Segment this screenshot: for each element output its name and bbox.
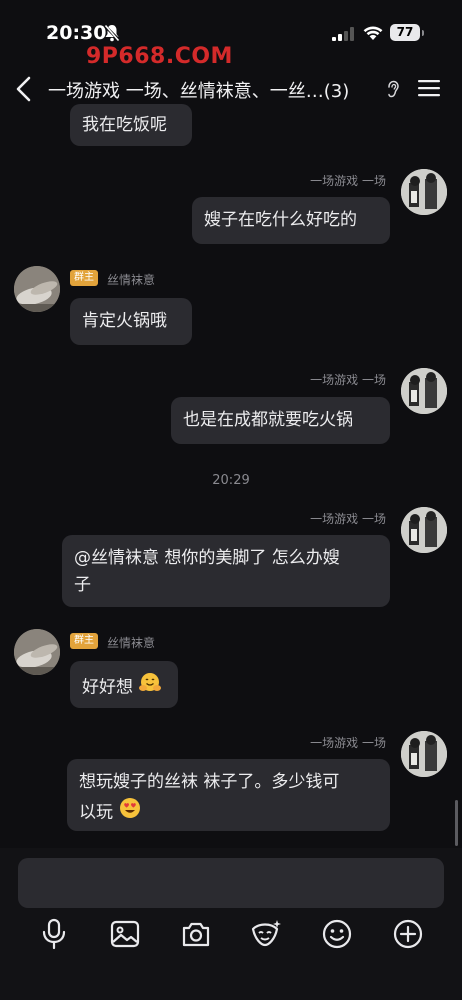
avatar[interactable] xyxy=(401,169,447,215)
hugging-face-emoji-icon xyxy=(138,671,162,704)
avatar[interactable] xyxy=(401,368,447,414)
message-bubble[interactable]: 也是在成都就要吃火锅 xyxy=(171,397,390,444)
sender-name: 一场游戏 一场 xyxy=(310,373,386,387)
avatar[interactable] xyxy=(14,629,60,675)
status-time: 20:30 xyxy=(46,22,107,44)
message-text-line: 以玩 xyxy=(79,796,378,829)
group-owner-badge: 群主 xyxy=(70,633,98,649)
sender-name: 一场游戏 一场 xyxy=(310,736,386,750)
message-text: 也是在成都就要吃火锅 xyxy=(183,410,353,430)
menu-icon[interactable] xyxy=(418,79,440,101)
message-bubble[interactable]: 肯定火锅哦 xyxy=(70,298,192,345)
wifi-icon xyxy=(362,24,384,45)
message-bubble[interactable]: 好好想 xyxy=(70,661,178,708)
sender-name: 一场游戏 一场 xyxy=(310,174,386,188)
message-input[interactable] xyxy=(18,858,444,908)
message-text: 嫂子在吃什么好吃的 xyxy=(204,210,357,230)
microphone-icon[interactable] xyxy=(40,918,68,954)
message-text: 以玩 xyxy=(79,802,113,823)
message-text-line: 子 xyxy=(74,575,91,595)
battery-tip xyxy=(422,30,424,36)
cellular-signal-icon xyxy=(332,26,354,45)
heart-eyes-emoji-icon xyxy=(118,796,142,829)
group-owner-badge: 群主 xyxy=(70,270,98,286)
sender-name: 丝情袜意 xyxy=(107,273,156,287)
avatar[interactable] xyxy=(401,731,447,777)
message-bubble[interactable]: 嫂子在吃什么好吃的 xyxy=(192,197,390,244)
chat-header: 一场游戏 一场、丝情袜意、一丝…(3) xyxy=(0,64,462,114)
message-bubble[interactable]: 想玩嫂子的丝袜 袜子了。多少钱可 以玩 xyxy=(67,759,390,831)
image-icon[interactable] xyxy=(109,918,141,954)
message-bubble[interactable]: @丝情袜意 想你的美脚了 怎么办嫂 子 xyxy=(62,535,390,607)
chat-title: 一场游戏 一场、丝情袜意、一丝…(3) xyxy=(48,81,350,102)
sticker-icon[interactable] xyxy=(249,918,283,954)
back-arrow-icon[interactable] xyxy=(14,76,34,106)
avatar[interactable] xyxy=(14,266,60,312)
plus-icon[interactable] xyxy=(392,918,424,954)
scrollbar-thumb[interactable] xyxy=(455,800,458,846)
ear-icon[interactable] xyxy=(386,80,400,102)
emoji-icon[interactable] xyxy=(321,918,353,954)
message-bubble[interactable]: 我在吃饭呢 xyxy=(70,104,192,146)
message-text: 我在吃饭呢 xyxy=(82,115,167,135)
message-text-line: 想玩嫂子的丝袜 袜子了。多少钱可 xyxy=(79,772,340,792)
avatar[interactable] xyxy=(401,507,447,553)
chat-timestamp: 20:29 xyxy=(212,473,250,488)
sender-name: 丝情袜意 xyxy=(107,636,156,650)
sender-name: 一场游戏 一场 xyxy=(310,512,386,526)
battery-level: 77 xyxy=(390,24,420,41)
message-text: 好好想 xyxy=(82,677,133,698)
message-text: 肯定火锅哦 xyxy=(82,311,167,331)
camera-icon[interactable] xyxy=(180,918,212,954)
mute-bell-icon xyxy=(103,24,121,46)
message-text-line: @丝情袜意 想你的美脚了 怎么办嫂 xyxy=(74,548,340,568)
